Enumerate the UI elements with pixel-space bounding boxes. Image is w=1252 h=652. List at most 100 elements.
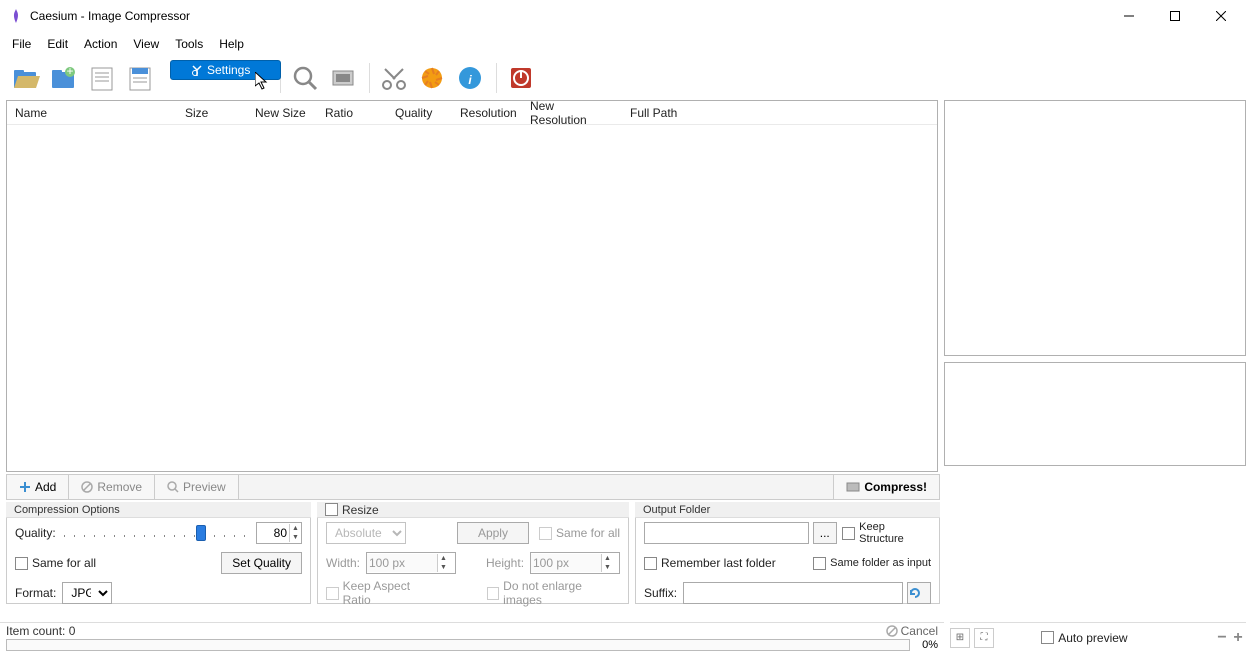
file-list[interactable]: Name Size New Size Ratio Quality Resolut… (6, 100, 938, 472)
menu-bar: File Edit Action View Tools Help (0, 32, 1252, 56)
height-input[interactable] (531, 554, 601, 572)
column-ratio[interactable]: Ratio (317, 101, 387, 124)
output-path-input[interactable] (644, 522, 809, 544)
same-as-input-checkbox[interactable] (813, 557, 826, 570)
window-title: Caesium - Image Compressor (30, 9, 190, 23)
menu-view[interactable]: View (125, 35, 167, 53)
add-button[interactable]: Add (7, 475, 69, 499)
fit-button[interactable]: ⊞ (950, 628, 970, 648)
compression-panel: Compression Options Quality: ▲▼ Same for… (6, 502, 311, 604)
resize-sfa-checkbox[interactable] (539, 527, 552, 540)
compress-button[interactable] (325, 60, 361, 96)
menu-file[interactable]: File (4, 35, 39, 53)
keep-aspect-checkbox[interactable] (326, 587, 339, 600)
toolbar: + Settings i (0, 56, 1252, 100)
update-button[interactable] (414, 60, 450, 96)
height-spin[interactable]: ▲▼ (530, 552, 620, 574)
title-bar: Caesium - Image Compressor (0, 0, 1252, 32)
cancel-icon (886, 625, 898, 637)
compression-title: Compression Options (6, 502, 311, 518)
add-label: Add (35, 480, 56, 494)
status-bar: Item count: 0 Cancel (0, 622, 944, 638)
resize-sfa-label: Same for all (556, 526, 620, 540)
action-bar: Add Remove Preview Compress! (6, 474, 940, 500)
app-icon (8, 8, 24, 24)
preview-original (944, 100, 1246, 356)
quality-spin[interactable]: ▲▼ (256, 522, 302, 544)
keep-aspect-label: Keep Aspect Ratio (343, 579, 439, 607)
progress-bar (6, 639, 910, 651)
progress-percent: 0% (914, 639, 944, 651)
column-new-size[interactable]: New Size (247, 101, 317, 124)
column-resolution[interactable]: Resolution (452, 101, 522, 124)
column-full-path[interactable]: Full Path (622, 101, 937, 124)
zoom-in-button[interactable]: + (1230, 629, 1246, 647)
width-spin[interactable]: ▲▼ (366, 552, 456, 574)
format-label: Format: (15, 586, 56, 600)
close-button[interactable] (1198, 0, 1244, 32)
same-for-all-label: Same for all (32, 556, 96, 570)
menu-action[interactable]: Action (76, 35, 125, 53)
column-new-resolution[interactable]: New Resolution (522, 101, 622, 124)
column-quality[interactable]: Quality (387, 101, 452, 124)
plus-icon (19, 481, 31, 493)
apply-button[interactable]: Apply (457, 522, 529, 544)
keep-structure-checkbox[interactable] (842, 527, 855, 540)
column-name[interactable]: Name (7, 101, 177, 124)
resize-mode-select[interactable]: Absolute (326, 522, 406, 544)
tooltip-label: Settings (207, 63, 250, 77)
remove-list-button[interactable]: Remove (69, 475, 155, 499)
browse-button[interactable]: ... (813, 522, 837, 544)
preview-footer: ⊞ ⛶ Auto preview − + (950, 622, 1246, 652)
set-quality-button[interactable]: Set Quality (221, 552, 302, 574)
settings-button[interactable] (376, 60, 412, 96)
reset-icon (908, 586, 922, 600)
auto-preview-checkbox[interactable] (1041, 631, 1054, 644)
zoom-out-button[interactable]: − (1214, 629, 1230, 647)
column-size[interactable]: Size (177, 101, 247, 124)
quality-slider[interactable] (64, 523, 248, 543)
remove-label: Remove (97, 480, 142, 494)
svg-text:+: + (66, 64, 73, 78)
preview-list-button[interactable]: Preview (155, 475, 239, 499)
compress-label: Compress! (864, 480, 927, 494)
format-select[interactable]: JPG (62, 582, 112, 604)
keep-structure-label: Keep Structure (859, 521, 931, 545)
forbidden-icon (81, 481, 93, 493)
progress-row: 0% (0, 638, 944, 652)
open-file-button[interactable] (8, 60, 44, 96)
fullscreen-button[interactable]: ⛶ (974, 628, 994, 648)
preview-label: Preview (183, 480, 226, 494)
remember-checkbox[interactable] (644, 557, 657, 570)
resize-checkbox[interactable] (325, 503, 338, 516)
item-count: Item count: 0 (6, 624, 75, 638)
width-input[interactable] (367, 554, 437, 572)
minimize-button[interactable] (1106, 0, 1152, 32)
preview-compressed (944, 362, 1246, 466)
menu-help[interactable]: Help (211, 35, 252, 53)
exit-button[interactable] (503, 60, 539, 96)
width-label: Width: (326, 556, 366, 570)
quality-input[interactable] (257, 524, 289, 542)
same-for-all-checkbox[interactable] (15, 557, 28, 570)
options-panels: Compression Options Quality: ▲▼ Same for… (6, 502, 940, 604)
auto-preview-label: Auto preview (1058, 631, 1127, 645)
preview-button[interactable] (287, 60, 323, 96)
window-controls (1106, 0, 1244, 32)
reset-suffix-button[interactable] (907, 582, 931, 604)
suffix-label: Suffix: (644, 586, 677, 600)
maximize-button[interactable] (1152, 0, 1198, 32)
menu-tools[interactable]: Tools (167, 35, 211, 53)
suffix-input[interactable] (683, 582, 903, 604)
save-list-button[interactable] (122, 60, 158, 96)
about-button[interactable]: i (452, 60, 488, 96)
compress-action-button[interactable]: Compress! (833, 475, 939, 499)
no-enlarge-checkbox[interactable] (487, 587, 500, 600)
remember-label: Remember last folder (661, 556, 776, 570)
open-list-button[interactable] (84, 60, 120, 96)
no-enlarge-label: Do not enlarge images (503, 579, 620, 607)
cancel-button[interactable]: Cancel (886, 624, 938, 638)
menu-edit[interactable]: Edit (39, 35, 76, 53)
toolbar-separator-3 (496, 63, 497, 93)
open-folder-button[interactable]: + (46, 60, 82, 96)
